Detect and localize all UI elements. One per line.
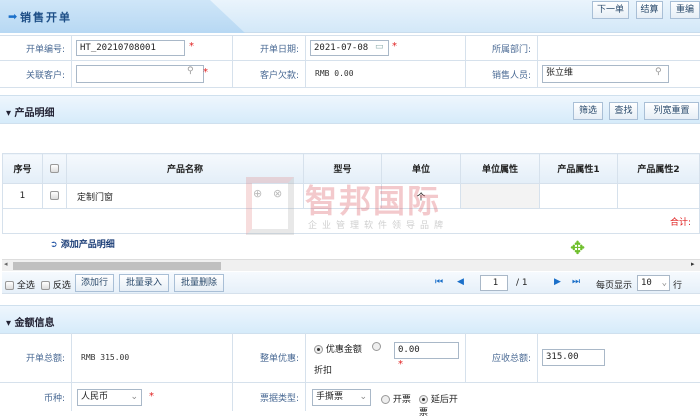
customer-input[interactable]: [76, 65, 204, 83]
invoice-type-label: 票据类型:: [233, 383, 306, 411]
row-no: 1: [2, 183, 43, 209]
invoice-now-radio[interactable]: [381, 395, 390, 404]
invoice-type-select[interactable]: 手撕票 ⌄: [312, 389, 371, 406]
watermark-logo: [246, 177, 294, 235]
filter-button[interactable]: 筛选: [573, 102, 603, 120]
calendar-icon[interactable]: ▭: [375, 42, 384, 52]
amount-section-header[interactable]: ▾ 金额信息: [0, 305, 700, 334]
date-label: 开单日期:: [233, 36, 306, 60]
page-total: / 1: [516, 278, 528, 288]
search-icon[interactable]: ⚲: [655, 67, 662, 77]
checkbox[interactable]: [50, 163, 59, 173]
required-mark: *: [149, 391, 154, 402]
col-unit-attr: 单位属性: [460, 153, 540, 184]
checkout-button[interactable]: 结算: [636, 1, 663, 19]
find-button[interactable]: 查找: [609, 102, 638, 120]
last-page-icon[interactable]: ⏭: [572, 277, 580, 287]
required-mark: *: [398, 359, 403, 370]
horizontal-scrollbar[interactable]: ◂ ▸: [2, 259, 700, 271]
add-icon: ➲: [50, 240, 61, 250]
invoice-later-radio[interactable]: [419, 395, 428, 404]
reset-button[interactable]: 重编: [670, 1, 700, 19]
arrow-right-icon: ➡: [8, 10, 18, 23]
section-title: 产品明细: [14, 108, 55, 119]
col-check[interactable]: [42, 153, 67, 184]
per-page-value: 10: [641, 278, 652, 288]
row-checkbox[interactable]: [50, 191, 59, 200]
collapse-icon[interactable]: ▾: [6, 318, 15, 329]
currency-label: 币种:: [0, 383, 72, 411]
total-label: 开单总额:: [0, 333, 72, 382]
collapse-icon[interactable]: ▾: [6, 108, 15, 119]
order-no-input[interactable]: HT_20210708001: [76, 40, 185, 56]
discount-input[interactable]: 0.00: [394, 342, 459, 359]
debt-value: RMB 0.00: [315, 69, 354, 78]
invert-label[interactable]: 反选: [53, 281, 71, 291]
add-product-label: 添加产品明细: [60, 240, 115, 250]
chevron-down-icon: ⌄: [359, 392, 367, 402]
col-no: 序号: [2, 153, 43, 184]
discount-label: 整单优惠:: [233, 333, 306, 382]
discount-rate-radio[interactable]: [372, 342, 381, 351]
next-page-icon[interactable]: ▶: [554, 277, 561, 287]
currency-value: 人民币: [81, 392, 109, 402]
scroll-left-icon[interactable]: ◂: [4, 260, 8, 268]
invoice-now-label[interactable]: 开票: [393, 395, 411, 405]
row-unit: 行: [673, 281, 683, 291]
reset-column-width-button[interactable]: 列宽重置: [644, 102, 699, 120]
chevron-down-icon: ⌄: [130, 392, 138, 402]
sales-label: 销售人员:: [466, 61, 538, 87]
order-no-label: 开单编号:: [0, 36, 72, 60]
dept-label: 所属部门:: [466, 36, 538, 60]
select-all-label[interactable]: 全选: [17, 281, 35, 291]
form-row-1: 开单编号: HT_20210708001 * 开单日期: 2021-07-08 ▭ *…: [0, 35, 700, 61]
watermark-text: 智邦国际: [305, 182, 442, 220]
chevron-down-icon: ⌄: [661, 278, 667, 288]
customer-label: 关联客户:: [0, 61, 72, 87]
discount-amount-radio[interactable]: [314, 345, 323, 354]
amount-row-1: 开单总额: RMB 315.00 整单优惠: 优惠金额 折扣 0.00 * 应收…: [0, 333, 700, 383]
section-title: 金额信息: [14, 318, 55, 329]
attr1-cell: [539, 183, 618, 209]
page-input[interactable]: 1: [480, 275, 508, 291]
col-attr1: 产品属性1: [539, 153, 618, 184]
add-row-button[interactable]: 添加行: [75, 274, 114, 292]
attr2-cell: [617, 183, 700, 209]
move-cursor-icon: ✥: [570, 238, 586, 259]
scroll-right-icon[interactable]: ▸: [691, 260, 695, 268]
per-page-label: 每页显示: [596, 281, 633, 291]
sales-input[interactable]: 张立维: [542, 65, 669, 83]
total-value: RMB 315.00: [81, 353, 130, 362]
required-mark: *: [189, 41, 194, 52]
table-toolbar: 全选 反选 添加行 批量录入 批量删除 ⏮ ◀ 1 / 1 ▶ ⏭ 每页显示 1…: [2, 272, 700, 294]
per-page-select[interactable]: 10 ⌄: [637, 275, 670, 291]
required-mark: *: [392, 41, 397, 52]
page-title: 销售开单: [20, 11, 72, 24]
add-product-link[interactable]: ➲ 添加产品明细: [50, 237, 115, 250]
discount-amount-label[interactable]: 优惠金额: [326, 345, 362, 355]
form-row-2: 关联客户: ⚲ * 客户欠款: RMB 0.00 销售人员: 张立维 ⚲: [0, 61, 700, 88]
discount-rate-label[interactable]: 折扣: [314, 363, 332, 376]
amount-row-2: 币种: 人民币 ⌄ * 票据类型: 手撕票 ⌄ 开票 延后开票: [0, 383, 700, 418]
invoice-type-value: 手撕票: [316, 392, 344, 402]
first-page-icon[interactable]: ⏮: [435, 277, 443, 287]
watermark-subtext: 企业管理软件领导品牌: [308, 221, 449, 231]
col-attr2: 产品属性2: [617, 153, 700, 184]
required-mark: *: [203, 67, 208, 78]
search-icon[interactable]: ⚲: [187, 66, 194, 76]
unit-attr-cell: [460, 183, 540, 209]
batch-entry-button[interactable]: 批量录入: [119, 274, 169, 292]
scrollbar-thumb[interactable]: [13, 262, 221, 270]
next-order-button[interactable]: 下一单: [592, 1, 629, 19]
select-all-checkbox[interactable]: [5, 281, 14, 290]
receivable-input[interactable]: 315.00: [542, 349, 605, 366]
prev-page-icon[interactable]: ◀: [457, 277, 464, 287]
batch-delete-button[interactable]: 批量删除: [174, 274, 224, 292]
invert-checkbox[interactable]: [41, 281, 50, 290]
currency-select[interactable]: 人民币 ⌄: [77, 389, 142, 406]
debt-label: 客户欠款:: [233, 61, 306, 87]
receivable-label: 应收总额:: [466, 333, 538, 382]
